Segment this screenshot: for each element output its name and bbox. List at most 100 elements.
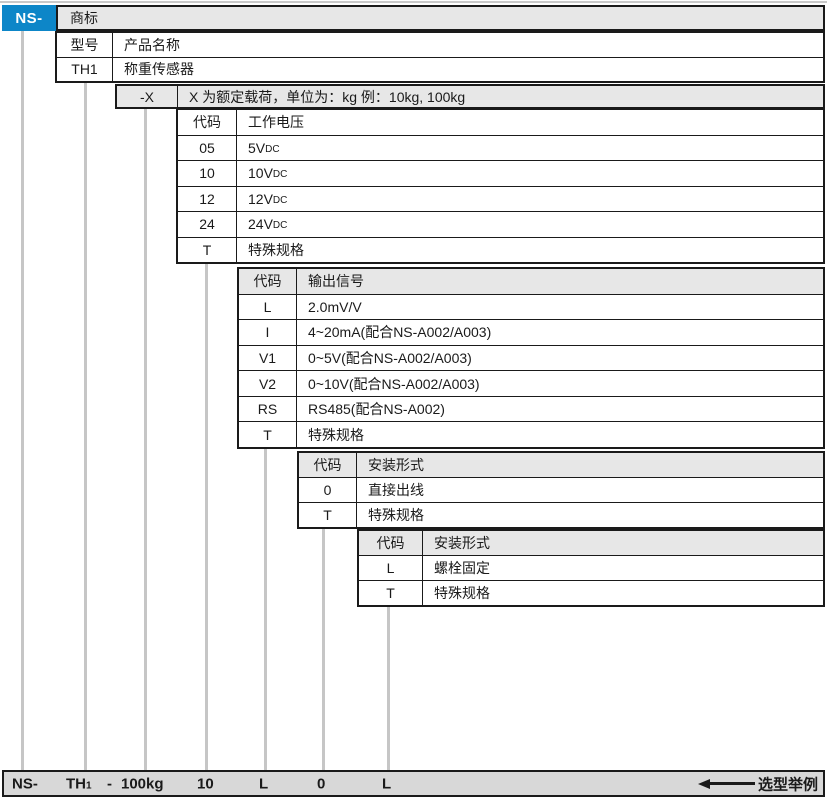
voltage-row: 10 10VDC [178, 160, 823, 186]
output-desc-cell: RS485(配合NS-A002) [297, 397, 823, 422]
capacity-desc-cell: X 为额定载荷，单位为：kg 例：10kg, 100kg [178, 87, 823, 107]
voltage-row: 24 24VDC [178, 211, 823, 237]
connector-line-output [264, 449, 267, 770]
voltage-code-cell: T [178, 238, 237, 263]
connector-line-model [84, 83, 87, 770]
mounting-table: 代码 安装形式 0 直接出线 T 特殊规格 [297, 451, 825, 529]
fixing-table: 代码 安装形式 L 螺栓固定 T 特殊规格 [357, 529, 825, 607]
connector-line-mounting [322, 529, 325, 770]
output-desc-cell: 0~5V(配合NS-A002/A003) [297, 346, 823, 371]
fixing-code-cell: L [359, 556, 423, 580]
example-item-fixing: L [382, 775, 391, 792]
output-row: RS RS485(配合NS-A002) [239, 396, 823, 422]
fixing-header-row: 代码 安装形式 [359, 531, 823, 555]
example-item-prefix: NS- [12, 775, 38, 792]
model-table: 型号 产品名称 TH1 称重传感器 [55, 31, 825, 83]
mounting-code-header-cell: 代码 [299, 453, 357, 477]
left-arrow-icon [698, 779, 755, 789]
fixing-row: T 特殊规格 [359, 580, 823, 605]
mounting-code-cell: 0 [299, 478, 357, 502]
brand-prefix-box: NS- [2, 5, 56, 31]
voltage-value: 10V [248, 165, 273, 181]
example-item-dash: - [107, 775, 112, 792]
voltage-code-cell: 10 [178, 161, 237, 186]
voltage-value: 特殊规格 [248, 240, 304, 260]
voltage-desc-cell: 5VDC [237, 136, 823, 161]
voltage-dc-suffix: DC [265, 141, 279, 155]
output-code-cell: V1 [239, 346, 297, 371]
trademark-band: 商标 [56, 5, 825, 31]
model-code-cell: TH1 [57, 58, 113, 82]
voltage-row: T 特殊规格 [178, 237, 823, 263]
fixing-desc-cell: 螺栓固定 [423, 556, 823, 580]
voltage-dc-suffix: DC [273, 166, 287, 180]
model-table-row: TH1 称重传感器 [57, 57, 823, 82]
voltage-desc-header-cell: 工作电压 [237, 110, 823, 135]
connector-line-brand [21, 31, 24, 770]
fixing-code-header-cell: 代码 [359, 531, 423, 555]
voltage-header-row: 代码 工作电压 [178, 110, 823, 135]
voltage-row: 05 5VDC [178, 135, 823, 161]
voltage-desc-cell: 特殊规格 [237, 238, 823, 263]
output-row: V2 0~10V(配合NS-A002/A003) [239, 370, 823, 396]
connector-line-voltage [205, 264, 208, 770]
output-code-cell: RS [239, 397, 297, 422]
output-desc-cell: 4~20mA(配合NS-A002/A003) [297, 320, 823, 345]
output-desc-cell: 特殊规格 [297, 422, 823, 447]
output-code-cell: I [239, 320, 297, 345]
voltage-row: 12 12VDC [178, 186, 823, 212]
voltage-code-cell: 24 [178, 212, 237, 237]
fixing-code-cell: T [359, 581, 423, 605]
output-code-cell: L [239, 295, 297, 320]
example-item-capacity: 100kg [121, 775, 164, 792]
output-desc-cell: 2.0mV/V [297, 295, 823, 320]
voltage-dc-suffix: DC [273, 217, 287, 231]
voltage-code-cell: 05 [178, 136, 237, 161]
output-row: L 2.0mV/V [239, 294, 823, 320]
voltage-code-header-cell: 代码 [178, 110, 237, 135]
voltage-table: 代码 工作电压 05 5VDC 10 10VDC 12 12VDC 24 24V… [176, 108, 825, 264]
output-table: 代码 输出信号 L 2.0mV/V I 4~20mA(配合NS-A002/A00… [237, 267, 825, 449]
output-row: I 4~20mA(配合NS-A002/A003) [239, 319, 823, 345]
mounting-code-cell: T [299, 503, 357, 527]
model-desc-header-cell: 产品名称 [113, 33, 823, 57]
voltage-code-cell: 12 [178, 187, 237, 212]
page-top-rule [0, 1, 827, 3]
mounting-row: T 特殊规格 [299, 502, 823, 527]
output-row: T 特殊规格 [239, 421, 823, 447]
connector-line-capacity [144, 108, 147, 770]
model-code-header-cell: 型号 [57, 33, 113, 57]
output-row: V1 0~5V(配合NS-A002/A003) [239, 345, 823, 371]
output-desc-header-cell: 输出信号 [297, 269, 823, 294]
voltage-value: 24V [248, 216, 273, 232]
trademark-label: 商标 [58, 8, 98, 28]
voltage-desc-cell: 24VDC [237, 212, 823, 237]
output-code-cell: V2 [239, 371, 297, 396]
capacity-row: -X X 为额定载荷，单位为：kg 例：10kg, 100kg [115, 84, 825, 109]
fixing-desc-cell: 特殊规格 [423, 581, 823, 605]
output-desc-cell: 0~10V(配合NS-A002/A003) [297, 371, 823, 396]
output-code-header-cell: 代码 [239, 269, 297, 294]
model-table-header-row: 型号 产品名称 [57, 33, 823, 57]
mounting-desc-cell: 特殊规格 [357, 503, 823, 527]
ordering-code-diagram: NS- 商标 型号 产品名称 TH1 称重传感器 -X X 为额定载荷，单位为：… [0, 0, 827, 798]
mounting-header-row: 代码 安装形式 [299, 453, 823, 477]
voltage-value: 5V [248, 140, 265, 156]
fixing-desc-header-cell: 安装形式 [423, 531, 823, 555]
brand-prefix-label: NS- [15, 10, 42, 27]
connector-line-fixing [387, 607, 390, 770]
capacity-code-cell: -X [117, 86, 178, 107]
fixing-row: L 螺栓固定 [359, 555, 823, 580]
example-label: 选型举例 [758, 773, 818, 794]
mounting-desc-cell: 直接出线 [357, 478, 823, 502]
voltage-desc-cell: 12VDC [237, 187, 823, 212]
output-header-row: 代码 输出信号 [239, 269, 823, 294]
example-item-model: TH1 [66, 775, 92, 792]
model-desc-cell: 称重传感器 [113, 58, 823, 82]
voltage-value: 12V [248, 191, 273, 207]
voltage-desc-cell: 10VDC [237, 161, 823, 186]
example-bar: NS- TH1 - 100kg 10 L 0 L 选型举例 [2, 770, 825, 797]
mounting-desc-header-cell: 安装形式 [357, 453, 823, 477]
example-item-mounting: 0 [317, 775, 325, 792]
example-item-voltage: 10 [197, 775, 214, 792]
